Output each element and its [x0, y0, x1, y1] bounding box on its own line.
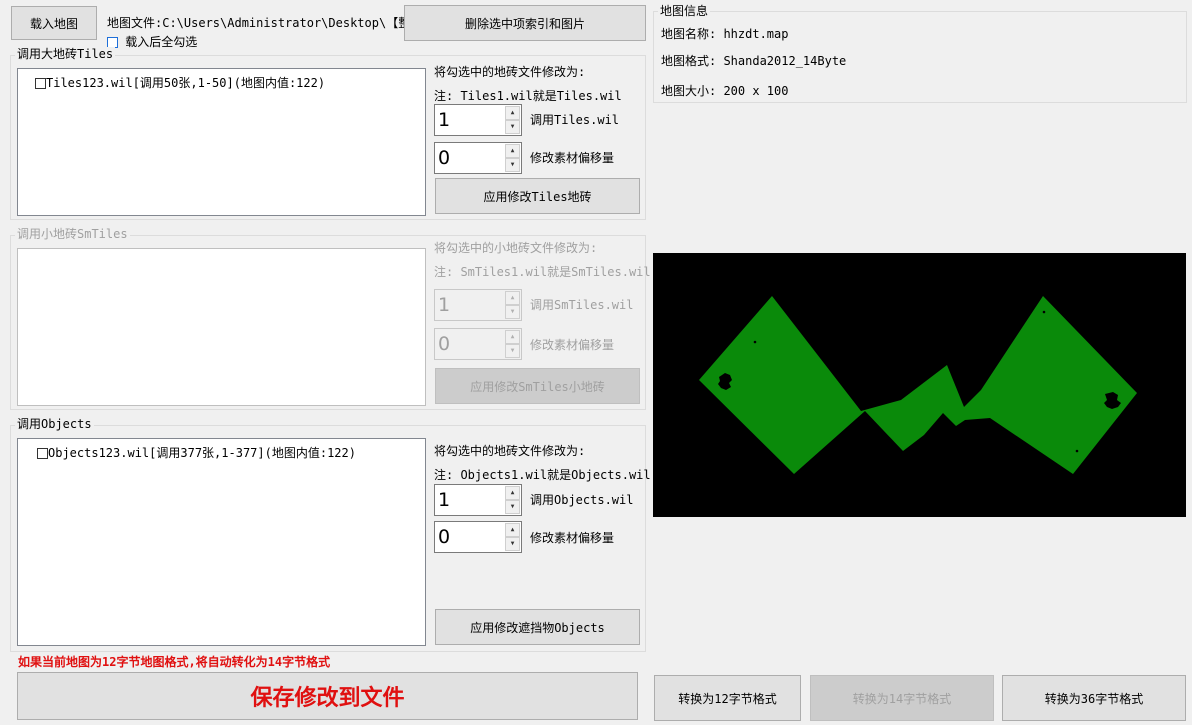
smtiles-index-stepper: 1 ▲ ▼	[434, 289, 522, 321]
smtiles-listbox	[17, 248, 426, 406]
tiles-offset-stepper[interactable]: 0 ▲ ▼	[434, 142, 522, 174]
list-item-checkbox[interactable]	[37, 448, 48, 459]
apply-tiles-button[interactable]: 应用修改Tiles地砖	[435, 178, 640, 214]
delete-selected-button[interactable]: 删除选中项索引和图片	[404, 5, 646, 41]
smtiles-modify-label: 将勾选中的小地砖文件修改为:	[434, 241, 598, 255]
spin-down-icon: ▼	[505, 344, 520, 358]
spin-down-icon[interactable]: ▼	[505, 120, 520, 134]
map-obstacle	[753, 340, 757, 344]
spin-down-icon[interactable]: ▼	[505, 500, 520, 514]
format-warning: 如果当前地图为12字节地图格式,将自动转化为14字节格式	[18, 655, 331, 669]
objects-modify-label: 将勾选中的地砖文件修改为:	[434, 444, 586, 458]
tiles-index-stepper[interactable]: 1 ▲ ▼	[434, 104, 522, 136]
spin-up-icon[interactable]: ▲	[505, 144, 520, 158]
list-item[interactable]: Objects123.wil[调用377张,1-377](地图内值:122)	[37, 446, 356, 460]
map-info-legend: 地图信息	[658, 4, 711, 18]
map-obstacle	[1042, 310, 1046, 314]
tiles-listbox[interactable]: Tiles123.wil[调用50张,1-50](地图内值:122)	[17, 68, 426, 216]
load-map-button[interactable]: 载入地图	[11, 6, 97, 40]
smtiles-index-value: 1	[438, 294, 451, 316]
tiles-note: 注: Tiles1.wil就是Tiles.wil	[434, 89, 622, 103]
list-item-label: Tiles123.wil[调用50张,1-50](地图内值:122)	[46, 76, 326, 90]
tiles-index-value: 1	[438, 109, 451, 131]
spin-up-icon[interactable]: ▲	[505, 486, 520, 500]
list-item-checkbox[interactable]	[35, 78, 46, 89]
spin-up-icon: ▲	[505, 330, 520, 344]
select-all-option[interactable]: 载入后全勾选	[107, 35, 197, 49]
spin-down-icon[interactable]: ▼	[505, 158, 520, 172]
spin-up-icon[interactable]: ▲	[505, 523, 520, 537]
tiles-modify-label: 将勾选中的地砖文件修改为:	[434, 65, 586, 79]
tiles-offset-label: 修改素材偏移量	[530, 151, 615, 165]
objects-note: 注: Objects1.wil就是Objects.wil	[434, 468, 651, 482]
objects-offset-label: 修改素材偏移量	[530, 531, 615, 545]
objects-index-stepper[interactable]: 1 ▲ ▼	[434, 484, 522, 516]
convert-14-byte-button: 转换为14字节格式	[810, 675, 994, 721]
smtiles-note: 注: SmTiles1.wil就是SmTiles.wil	[434, 265, 651, 279]
map-size: 地图大小: 200 x 100	[661, 84, 789, 98]
convert-12-byte-button[interactable]: 转换为12字节格式	[654, 675, 801, 721]
map-preview	[653, 253, 1186, 517]
spin-down-icon: ▼	[505, 305, 520, 319]
smtiles-group-legend: 调用小地砖SmTiles	[15, 227, 130, 241]
objects-group-legend: 调用Objects	[15, 417, 94, 431]
map-file-path: 地图文件:C:\Users\Administrator\Desktop\【整理1…	[107, 16, 449, 30]
tiles-offset-value: 0	[438, 147, 451, 169]
objects-index-suffix: 调用Objects.wil	[530, 493, 634, 507]
save-to-file-button[interactable]: 保存修改到文件	[17, 672, 638, 720]
objects-offset-stepper[interactable]: 0 ▲ ▼	[434, 521, 522, 553]
apply-objects-button[interactable]: 应用修改遮挡物Objects	[435, 609, 640, 645]
spin-down-icon[interactable]: ▼	[505, 537, 520, 551]
apply-smtiles-button: 应用修改SmTiles小地砖	[435, 368, 640, 404]
spin-up-icon: ▲	[505, 291, 520, 305]
map-obstacle	[1075, 449, 1079, 453]
objects-offset-value: 0	[438, 526, 451, 548]
smtiles-offset-value: 0	[438, 333, 451, 355]
objects-index-value: 1	[438, 489, 451, 511]
select-all-label: 载入后全勾选	[125, 35, 198, 49]
list-item[interactable]: Tiles123.wil[调用50张,1-50](地图内值:122)	[35, 76, 325, 90]
smtiles-offset-label: 修改素材偏移量	[530, 338, 615, 352]
objects-listbox[interactable]: Objects123.wil[调用377张,1-377](地图内值:122)	[17, 438, 426, 646]
spin-up-icon[interactable]: ▲	[505, 106, 520, 120]
map-format: 地图格式: Shanda2012_14Byte	[661, 54, 847, 68]
smtiles-offset-stepper: 0 ▲ ▼	[434, 328, 522, 360]
tiles-group-legend: 调用大地砖Tiles	[15, 47, 116, 61]
map-name: 地图名称: hhzdt.map	[661, 27, 789, 41]
list-item-label: Objects123.wil[调用377张,1-377](地图内值:122)	[48, 446, 356, 460]
tiles-index-suffix: 调用Tiles.wil	[530, 113, 620, 127]
smtiles-index-suffix: 调用SmTiles.wil	[530, 298, 634, 312]
convert-36-byte-button[interactable]: 转换为36字节格式	[1002, 675, 1186, 721]
